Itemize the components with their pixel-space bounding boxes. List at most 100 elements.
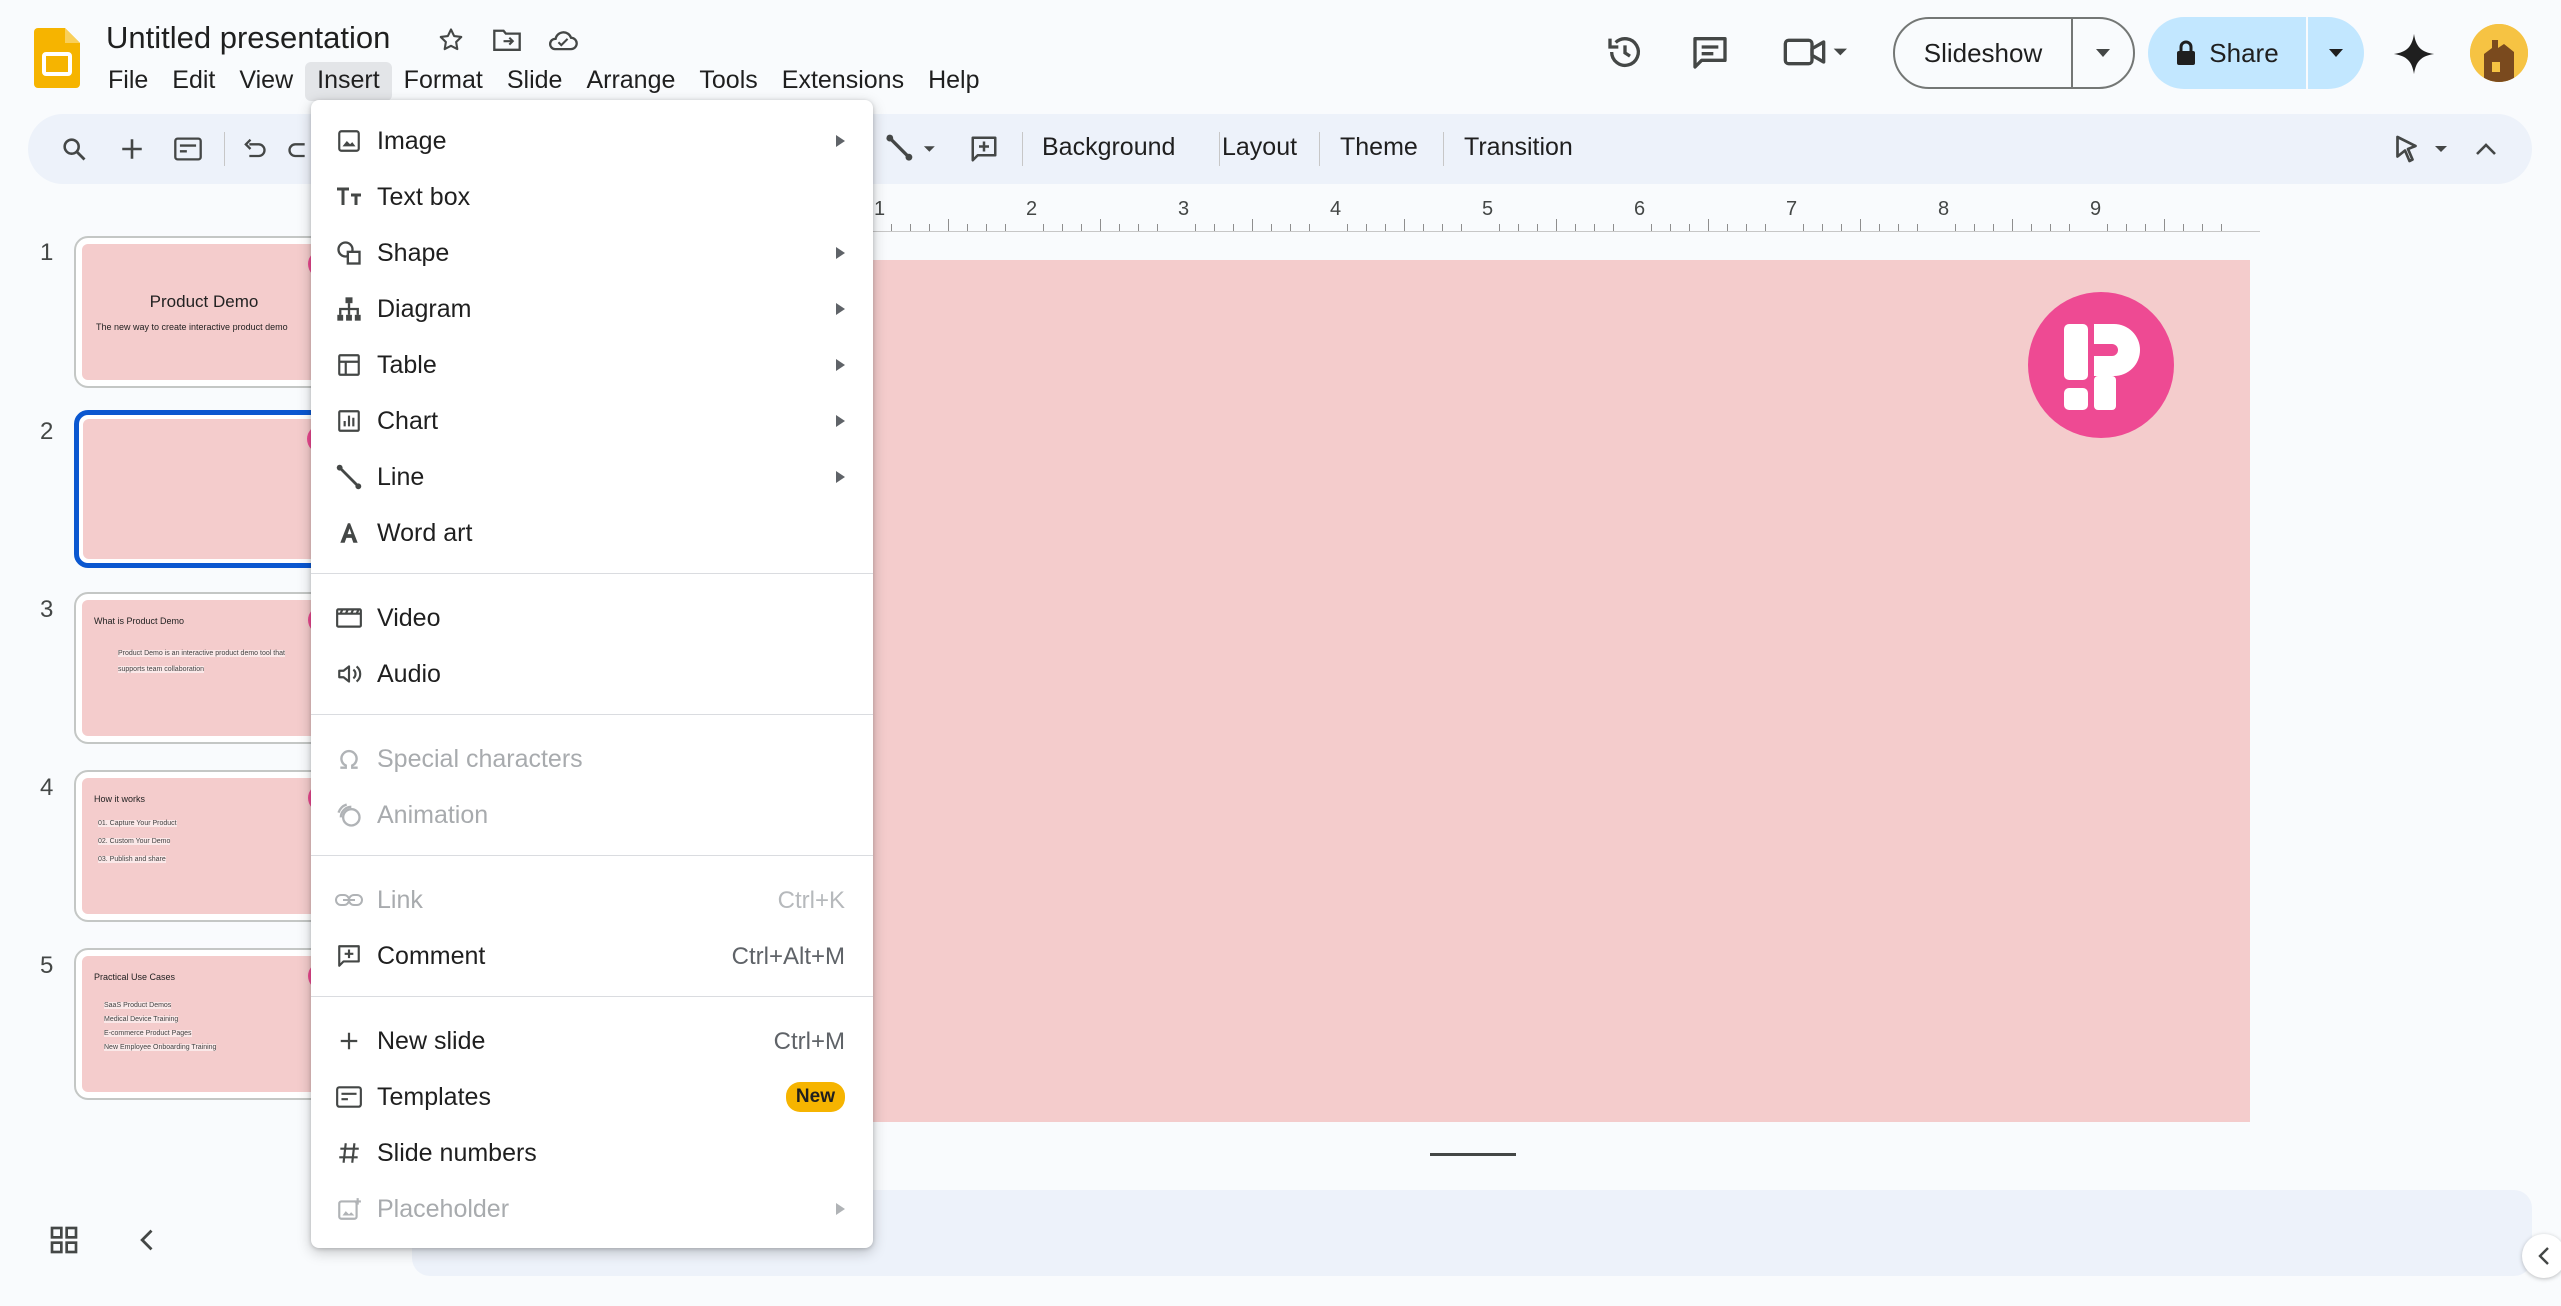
diagram-icon	[333, 293, 365, 325]
cloud-saved-icon[interactable]	[544, 22, 582, 58]
ruler-tick	[1100, 219, 1101, 231]
animation-icon	[333, 799, 365, 831]
hash-icon	[333, 1137, 365, 1169]
select-tool-icon[interactable]	[2392, 131, 2454, 167]
ruler-tick	[1822, 224, 1823, 231]
insert-comment-icon[interactable]	[966, 131, 1002, 167]
thumb-title: Product Demo	[149, 292, 259, 311]
menu-format[interactable]: Format	[392, 62, 495, 101]
menu-item-label: Word art	[377, 519, 473, 547]
menu-item-new-slide[interactable]: New slide Ctrl+M	[311, 1013, 873, 1069]
ruler-mark: 6	[1634, 198, 1646, 220]
ruler-mark: 9	[2090, 198, 2102, 220]
undo-icon[interactable]	[236, 131, 272, 167]
slideshow-button[interactable]: Slideshow	[1895, 19, 2073, 87]
slideshow-button-group: Slideshow	[1893, 17, 2135, 89]
user-avatar[interactable]	[2470, 24, 2528, 82]
menu-edit[interactable]: Edit	[160, 62, 227, 101]
menu-item-chart[interactable]: Chart	[311, 393, 873, 449]
background-button[interactable]: Background	[1042, 133, 1175, 162]
menu-arrange[interactable]: Arrange	[574, 62, 687, 101]
ruler-tick	[2126, 224, 2127, 231]
slide-thumbnail-1[interactable]: Product Demo The new way to create inter…	[74, 236, 334, 388]
ruler-tick	[1404, 219, 1405, 231]
menu-item-slide-numbers[interactable]: Slide numbers	[311, 1125, 873, 1181]
ruler-tick	[910, 224, 911, 231]
speaker-notes-resize-handle[interactable]	[1430, 1153, 1516, 1156]
ruler-tick	[1575, 224, 1576, 231]
menu-item-word-art[interactable]: Word art	[311, 505, 873, 561]
search-menus-icon[interactable]	[56, 131, 92, 167]
menu-item-video[interactable]: Video	[311, 590, 873, 646]
menu-extensions[interactable]: Extensions	[770, 62, 916, 101]
ruler-tick	[1366, 224, 1367, 231]
menu-item-diagram[interactable]: Diagram	[311, 281, 873, 337]
ruler-tick	[1898, 224, 1899, 231]
layout-template-icon[interactable]	[170, 131, 206, 167]
collapse-toolbar-icon[interactable]	[2468, 131, 2504, 167]
menu-item-label: Video	[377, 604, 441, 632]
menu-tools[interactable]: Tools	[687, 62, 769, 101]
ruler-tick	[1119, 224, 1120, 231]
menu-item-audio[interactable]: Audio	[311, 646, 873, 702]
menu-item-animation[interactable]: Animation	[311, 787, 873, 843]
slide-thumbnail-5[interactable]: Practical Use Cases SaaS Product Demos M…	[74, 948, 334, 1100]
menu-insert[interactable]: Insert	[305, 62, 392, 101]
thumb-title: Practical Use Cases	[94, 972, 176, 982]
comments-icon[interactable]	[1686, 28, 1734, 76]
new-badge: New	[785, 1082, 845, 1112]
menu-item-special-characters[interactable]: Special characters	[311, 731, 873, 787]
move-folder-icon[interactable]	[488, 22, 526, 58]
side-panel-toggle-icon[interactable]	[2522, 1234, 2561, 1278]
menu-item-placeholder[interactable]: Placeholder	[311, 1181, 873, 1237]
ruler-tick	[1157, 224, 1158, 231]
ruler-tick	[1138, 224, 1139, 231]
slides-logo[interactable]	[34, 28, 80, 88]
ruler-tick	[2012, 219, 2013, 231]
menu-slide[interactable]: Slide	[495, 62, 575, 101]
thumb-text-line: 01. Capture Your Product	[98, 820, 177, 827]
ruler-tick	[1252, 219, 1253, 231]
ruler-tick	[1442, 224, 1443, 231]
menu-item-line[interactable]: Line	[311, 449, 873, 505]
menu-file[interactable]: File	[96, 62, 160, 101]
document-title[interactable]: Untitled presentation	[106, 20, 390, 56]
slideshow-dropdown-icon[interactable]	[2073, 19, 2133, 87]
slide-thumbnail-2[interactable]	[74, 410, 334, 568]
gemini-sparkle-icon[interactable]	[2392, 32, 2436, 76]
menu-item-image[interactable]: Image	[311, 113, 873, 169]
menu-item-shape[interactable]: Shape	[311, 225, 873, 281]
slide-thumbnail-3[interactable]: What is Product Demo Product Demo is an …	[74, 592, 334, 744]
layout-button[interactable]: Layout	[1222, 133, 1297, 162]
menu-help[interactable]: Help	[916, 62, 991, 101]
ruler-tick	[1385, 224, 1386, 231]
star-icon[interactable]	[432, 22, 470, 58]
version-history-icon[interactable]	[1601, 28, 1649, 76]
ruler-tick	[1879, 224, 1880, 231]
thumb-title: What is Product Demo	[94, 616, 185, 626]
slide-canvas[interactable]	[872, 260, 2250, 1122]
slide-number: 3	[40, 596, 54, 623]
ruler-tick	[948, 219, 949, 231]
collapse-filmstrip-icon[interactable]	[134, 1226, 162, 1254]
menu-view[interactable]: View	[227, 62, 305, 101]
theme-button[interactable]: Theme	[1340, 133, 1418, 162]
omega-icon	[333, 743, 365, 775]
transition-button[interactable]: Transition	[1464, 133, 1573, 162]
new-slide-icon[interactable]	[114, 131, 150, 167]
meet-icon[interactable]	[1782, 28, 1852, 76]
pink-p-logo-icon[interactable]	[2028, 292, 2174, 438]
menu-item-label: Link	[377, 886, 423, 914]
ruler-tick	[1708, 219, 1709, 231]
menu-item-comment[interactable]: Comment Ctrl+Alt+M	[311, 928, 873, 984]
grid-view-icon[interactable]	[48, 1224, 80, 1256]
slide-number: 1	[40, 239, 54, 266]
line-tool-icon[interactable]	[884, 131, 942, 167]
menu-item-text-box[interactable]: Text box	[311, 169, 873, 225]
menu-item-table[interactable]: Table	[311, 337, 873, 393]
share-dropdown-icon[interactable]	[2308, 17, 2364, 89]
slide-thumbnail-4[interactable]: How it works 01. Capture Your Product 02…	[74, 770, 334, 922]
share-button[interactable]: Share	[2148, 17, 2308, 89]
menu-item-link[interactable]: Link Ctrl+K	[311, 872, 873, 928]
menu-item-templates[interactable]: Templates New	[311, 1069, 873, 1125]
